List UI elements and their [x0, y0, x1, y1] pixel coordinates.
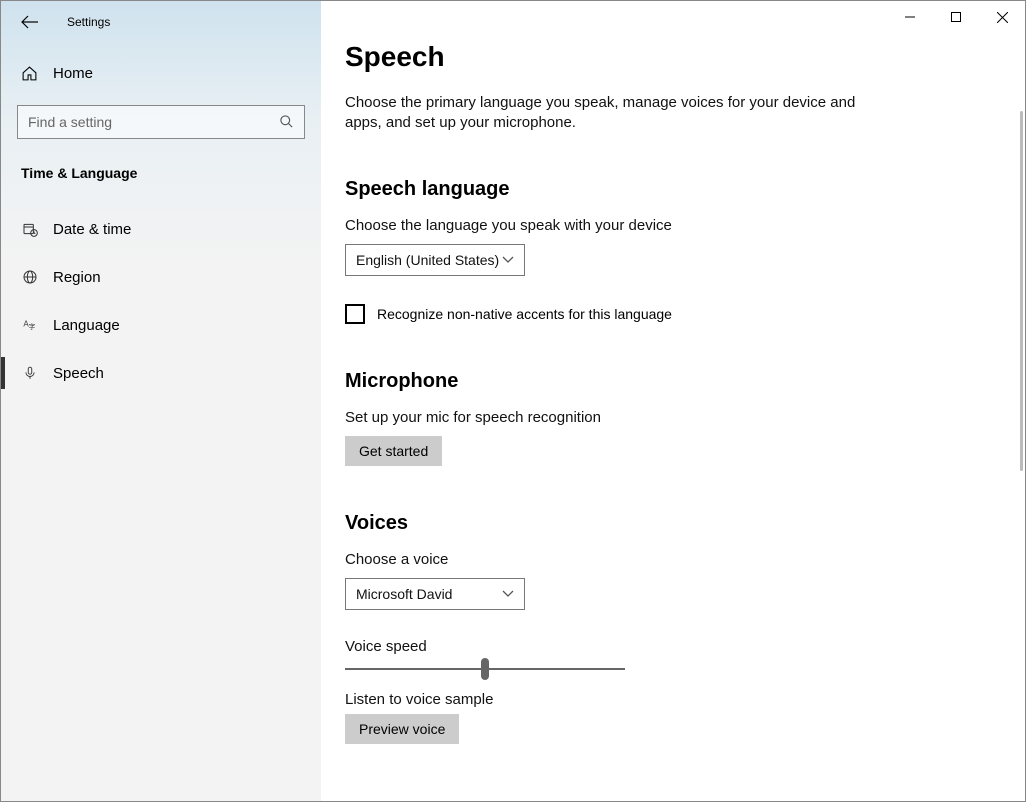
sidebar-nav: Date & time Region A 字 — [1, 205, 321, 397]
get-started-button[interactable]: Get started — [345, 436, 442, 466]
speech-language-heading: Speech language — [345, 178, 905, 201]
speech-language-selected: English (United States) — [356, 252, 499, 268]
sidebar-item-label: Date & time — [53, 221, 131, 238]
recognize-accents-row: Recognize non-native accents for this la… — [345, 304, 885, 324]
home-icon — [21, 65, 39, 82]
main-content: Speech Choose the primary language you s… — [321, 1, 1025, 801]
voice-speed-label: Voice speed — [345, 638, 905, 655]
globe-icon — [21, 268, 39, 286]
sidebar-item-region[interactable]: Region — [1, 253, 321, 301]
calendar-clock-icon — [21, 220, 39, 238]
recognize-accents-label: Recognize non-native accents for this la… — [377, 306, 672, 322]
window-controls — [887, 1, 1025, 33]
sidebar: Settings Home Time & Language — [1, 1, 321, 801]
sidebar-item-label: Region — [53, 269, 101, 286]
titlebar-left: Settings — [1, 1, 321, 43]
voice-sample-label: Listen to voice sample — [345, 691, 905, 708]
sidebar-item-label: Language — [53, 317, 120, 334]
recognize-accents-checkbox[interactable] — [345, 304, 365, 324]
minimize-button[interactable] — [887, 1, 933, 33]
search-box[interactable] — [17, 105, 305, 139]
voice-speed-slider[interactable] — [345, 661, 625, 677]
preview-voice-button[interactable]: Preview voice — [345, 714, 459, 744]
choose-voice-label: Choose a voice — [345, 551, 905, 568]
slider-thumb[interactable] — [481, 658, 489, 680]
minimize-icon — [905, 12, 915, 22]
microphone-icon — [21, 364, 39, 382]
search-input[interactable] — [28, 114, 294, 130]
microphone-heading: Microphone — [345, 370, 905, 393]
speech-language-dropdown[interactable]: English (United States) — [345, 244, 525, 276]
maximize-icon — [951, 12, 961, 22]
language-character-icon: A 字 — [21, 316, 39, 334]
section-microphone: Microphone Set up your mic for speech re… — [345, 370, 905, 466]
page-title: Speech — [345, 41, 1025, 73]
search-icon — [279, 114, 294, 132]
speech-language-subtext: Choose the language you speak with your … — [345, 217, 905, 234]
scrollbar[interactable] — [1020, 111, 1023, 471]
sidebar-item-label: Speech — [53, 365, 104, 382]
sidebar-item-date-time[interactable]: Date & time — [1, 205, 321, 253]
back-button[interactable] — [19, 11, 41, 33]
maximize-button[interactable] — [933, 1, 979, 33]
voice-selected: Microsoft David — [356, 586, 452, 602]
section-voices: Voices Choose a voice Microsoft David Vo… — [345, 512, 905, 744]
sidebar-home-label: Home — [53, 65, 93, 82]
search-container — [17, 105, 305, 139]
settings-window: Settings Home Time & Language — [1, 1, 1025, 801]
section-speech-language: Speech language Choose the language you … — [345, 178, 905, 324]
sidebar-home[interactable]: Home — [1, 51, 321, 95]
sidebar-item-language[interactable]: A 字 Language — [1, 301, 321, 349]
close-button[interactable] — [979, 1, 1025, 33]
voices-heading: Voices — [345, 512, 905, 535]
app-title: Settings — [67, 15, 110, 29]
close-icon — [997, 12, 1008, 23]
page-description: Choose the primary language you speak, m… — [345, 93, 865, 134]
sidebar-category: Time & Language — [1, 139, 321, 195]
voice-dropdown[interactable]: Microsoft David — [345, 578, 525, 610]
svg-text:字: 字 — [29, 322, 36, 331]
microphone-subtext: Set up your mic for speech recognition — [345, 409, 905, 426]
chevron-down-icon — [502, 590, 514, 598]
sidebar-item-speech[interactable]: Speech — [1, 349, 321, 397]
chevron-down-icon — [502, 256, 514, 264]
arrow-left-icon — [21, 15, 39, 29]
